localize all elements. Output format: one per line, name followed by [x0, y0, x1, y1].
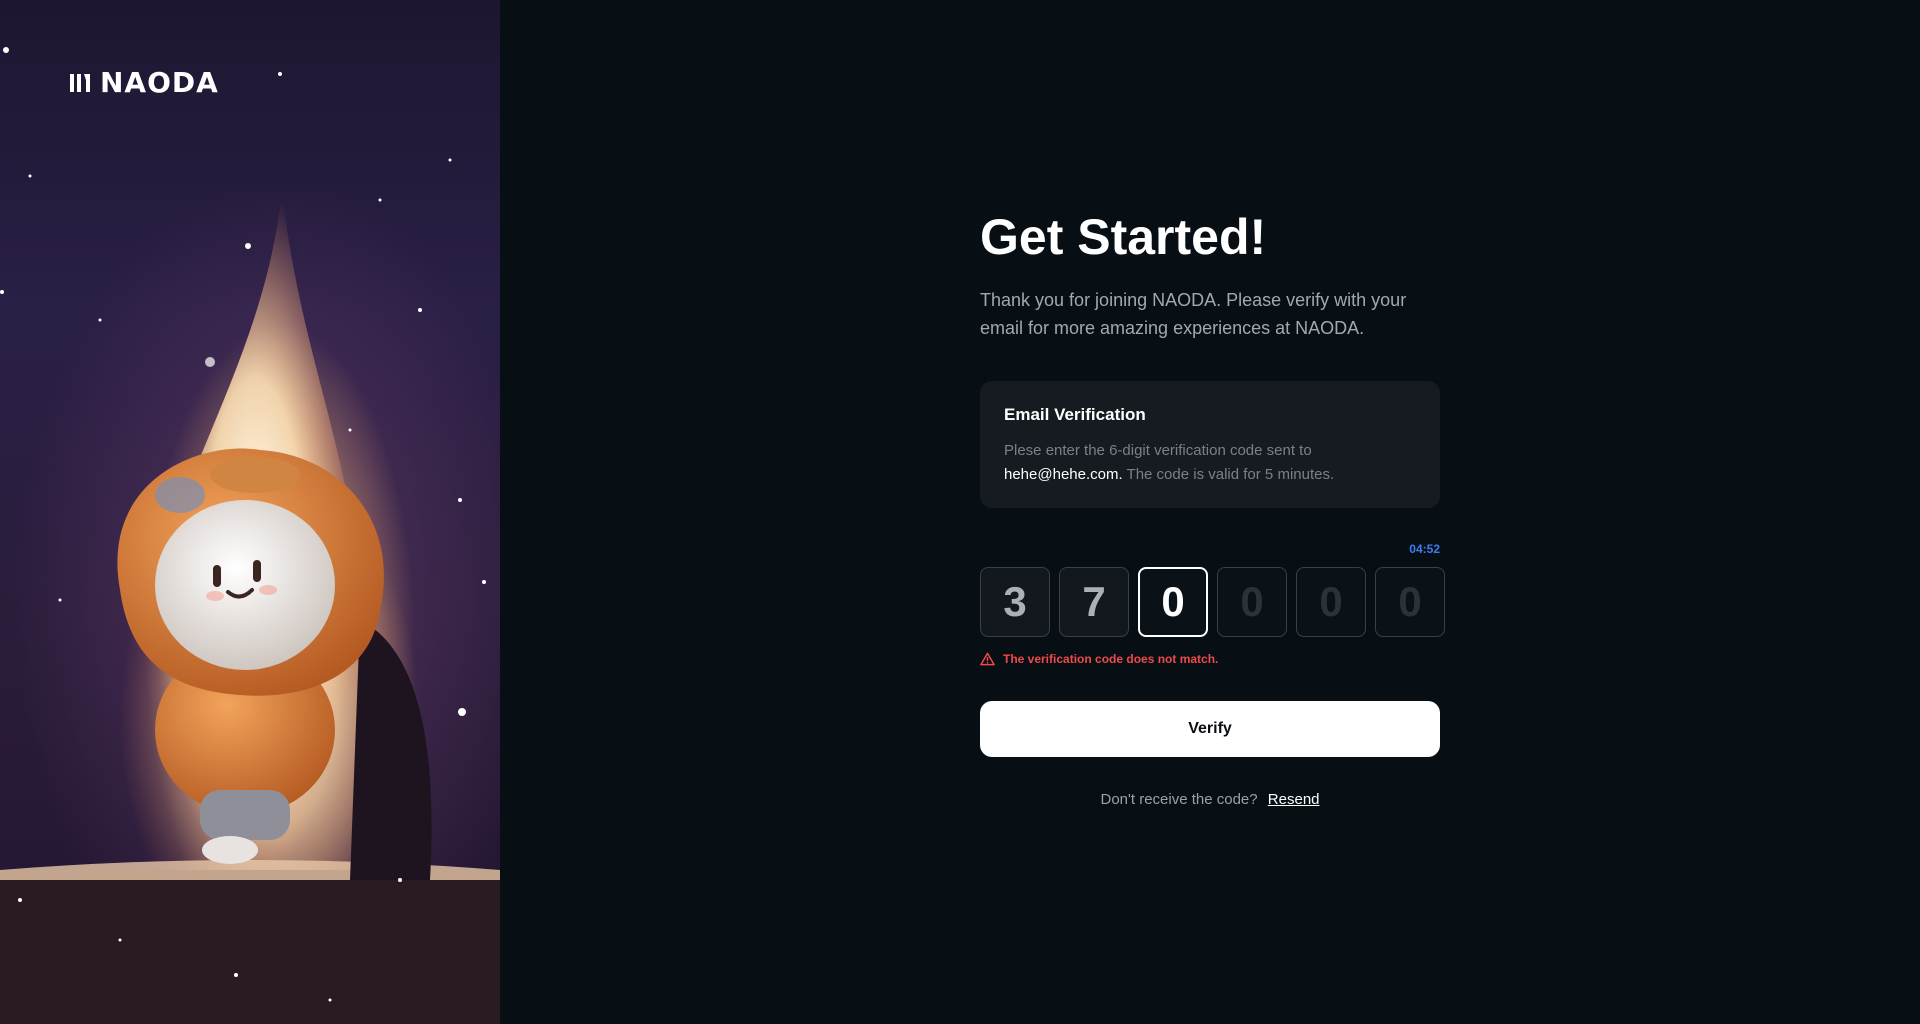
error-text: The verification code does not match.	[1003, 652, 1219, 666]
otp-digit-3[interactable]: 0	[1138, 567, 1208, 637]
otp-digit-5[interactable]: 0	[1296, 567, 1366, 637]
astronaut-scene-image	[0, 47, 500, 1024]
error-message: The verification code does not match.	[980, 652, 1218, 666]
otp-digit-1[interactable]: 3	[980, 567, 1050, 637]
warning-triangle-icon	[980, 652, 995, 666]
otp-digit-4[interactable]: 0	[1217, 567, 1287, 637]
card-text-before: Plese enter the 6-digit verification cod…	[1004, 442, 1312, 459]
otp-input-group: 3 7 0 0 0 0	[980, 567, 1445, 637]
otp-digit-6[interactable]: 0	[1375, 567, 1445, 637]
email-verification-card: Email Verification Plese enter the 6-dig…	[980, 381, 1440, 508]
page-subtitle: Thank you for joining NAODA. Please veri…	[980, 290, 1407, 338]
email-address: hehe@hehe.com.	[1004, 466, 1123, 483]
countdown-timer: 04:52	[1409, 542, 1440, 556]
otp-digit-2[interactable]: 7	[1059, 567, 1129, 637]
card-title: Email Verification	[1004, 405, 1146, 424]
brand-name: NAODA	[100, 66, 219, 99]
resend-row: Don't receive the code? Resend	[980, 791, 1440, 808]
resend-prompt: Don't receive the code?	[1100, 791, 1258, 808]
verify-button[interactable]: Verify	[980, 701, 1440, 757]
resend-link[interactable]: Resend	[1268, 791, 1320, 808]
brand-logo[interactable]: NAODA	[68, 66, 219, 99]
naoda-logo-icon	[70, 73, 90, 92]
hero-illustration: NAODA	[0, 0, 500, 1024]
card-description: Plese enter the 6-digit verification cod…	[1004, 439, 1416, 487]
card-text-after: The code is valid for 5 minutes.	[1122, 466, 1335, 483]
page-title: Get Started!	[980, 209, 1267, 265]
